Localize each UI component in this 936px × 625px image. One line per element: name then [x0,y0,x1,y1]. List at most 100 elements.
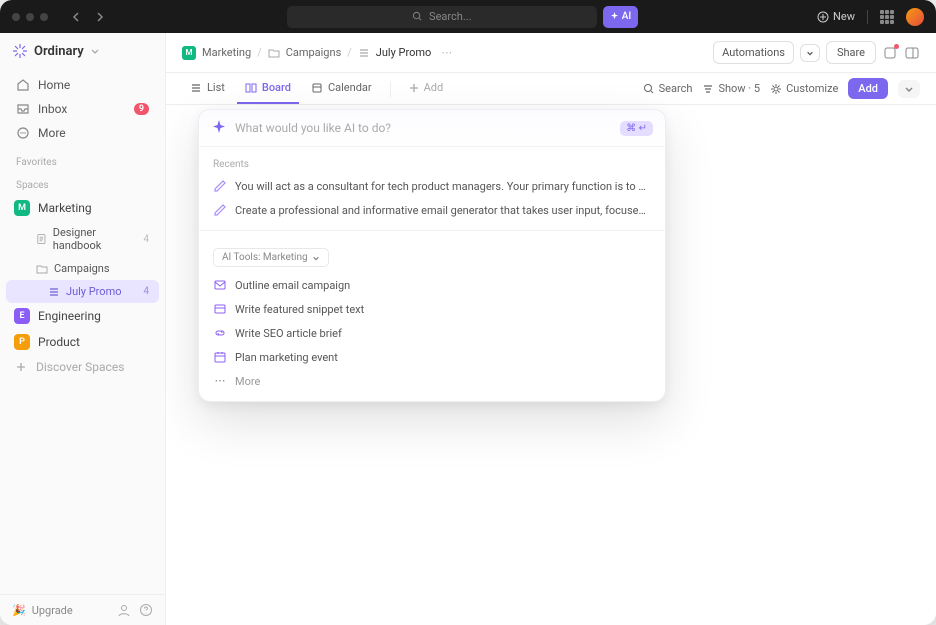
sparkle-icon [610,12,619,21]
breadcrumb-page[interactable]: July Promo [376,46,432,59]
notification-dot [894,44,899,49]
nav-forward[interactable] [90,8,108,26]
workspace-icon [12,43,28,59]
chevron-down-icon [806,49,814,57]
gear-icon [770,83,782,95]
nav-back[interactable] [68,8,86,26]
person-icon[interactable] [117,603,131,617]
upgrade-icon: 🎉 [12,604,26,617]
window-controls [12,13,48,21]
plus-circle-icon [817,11,829,23]
favorites-header: Favorites [0,149,165,172]
tool-snippet[interactable]: Write featured snippet text [199,297,665,321]
mail-icon [213,278,227,292]
minimize-dot[interactable] [26,13,34,21]
list-icon [48,286,60,298]
spaces-header: Spaces [0,172,165,195]
ai-shortcut: ⌘ ↵ [620,121,653,136]
space-product[interactable]: P Product [0,329,165,355]
global-search[interactable]: Search... [287,6,597,28]
apps-icon[interactable] [880,10,894,24]
space-marketing[interactable]: M Marketing [0,195,165,221]
space-letter-icon: E [14,308,30,324]
discover-spaces[interactable]: Discover Spaces [0,355,165,379]
automations-dropdown[interactable] [800,44,820,62]
action-show[interactable]: Show · 5 [702,82,760,95]
calendar-icon [311,82,323,94]
more-icon: ⋯ [213,374,227,388]
user-avatar[interactable] [906,8,924,26]
folder-campaigns[interactable]: Campaigns [6,257,159,280]
plus-icon [409,83,419,93]
space-engineering[interactable]: E Engineering [0,303,165,329]
notifications-icon[interactable] [882,45,898,61]
ai-panel: ⌘ ↵ Recents You will act as a consultant… [198,109,666,402]
tool-event[interactable]: Plan marketing event [199,345,665,369]
breadcrumb-bar: M Marketing / Campaigns / July Promo ⋯ A… [166,33,936,73]
panel-icon[interactable] [904,45,920,61]
tab-list[interactable]: List [182,73,233,104]
add-task-button[interactable]: Add [848,78,888,99]
recent-item-1[interactable]: Create a professional and informative em… [199,198,665,222]
share-button[interactable]: Share [826,41,876,64]
sidebar-home[interactable]: Home [8,73,157,97]
sidebar-more[interactable]: More [8,121,157,145]
view-tabs: List Board Calendar Add [166,73,936,105]
inbox-icon [16,102,30,116]
tab-calendar[interactable]: Calendar [303,73,380,104]
close-dot[interactable] [12,13,20,21]
tab-board[interactable]: Board [237,73,299,104]
filter-icon [702,83,714,95]
breadcrumb-space-icon: M [182,46,196,60]
calendar-icon [213,350,227,364]
list-july-promo[interactable]: July Promo 4 [6,280,159,303]
action-customize[interactable]: Customize [770,82,838,95]
pencil-icon [213,179,227,193]
sidebar: Ordinary Home Inbox 9 More Favorite [0,33,166,625]
action-search[interactable]: Search [643,82,693,95]
sparkle-icon [211,120,227,136]
recent-item-0[interactable]: You will act as a consultant for tech pr… [199,174,665,198]
plus-icon [14,360,28,374]
main-content: M Marketing / Campaigns / July Promo ⋯ A… [166,33,936,625]
breadcrumb-more-icon[interactable]: ⋯ [441,46,452,59]
breadcrumb-space[interactable]: Marketing [202,46,251,59]
upgrade-link[interactable]: Upgrade [32,604,73,617]
board-icon [245,82,257,94]
tab-add-view[interactable]: Add [401,73,452,104]
search-placeholder: Search... [429,10,472,23]
new-button[interactable]: New [817,10,855,23]
folder-designer-handbook[interactable]: Designer handbook 4 [6,221,159,257]
automations-button[interactable]: Automations [713,41,794,64]
tool-outline-email[interactable]: Outline email campaign [199,273,665,297]
maximize-dot[interactable] [40,13,48,21]
doc-icon [36,233,47,245]
ai-input-row: ⌘ ↵ [199,110,665,146]
ai-tools-selector[interactable]: AI Tools: Marketing [213,248,329,267]
space-letter-icon: M [14,200,30,216]
card-icon [213,302,227,316]
inbox-badge: 9 [134,103,149,115]
chevron-down-icon [312,254,320,262]
link-icon [213,326,227,340]
breadcrumb-folder[interactable]: Campaigns [286,46,342,59]
more-icon [16,126,30,140]
home-icon [16,78,30,92]
titlebar: Search... AI New [0,0,936,33]
tool-more[interactable]: ⋯ More [199,369,665,393]
folder-icon [36,263,48,275]
space-letter-icon: P [14,334,30,350]
help-icon[interactable] [139,603,153,617]
workspace-switcher[interactable]: Ordinary [0,33,165,69]
chevron-down-icon [904,84,914,94]
ai-input[interactable] [235,121,612,135]
tool-seo[interactable]: Write SEO article brief [199,321,665,345]
pencil-icon [213,203,227,217]
ai-badge[interactable]: AI [603,6,638,28]
chevron-down-icon [90,46,100,56]
folder-icon [268,47,280,59]
sidebar-inbox[interactable]: Inbox 9 [8,97,157,121]
add-dropdown[interactable] [898,80,920,98]
recents-header: Recents [199,155,665,174]
list-icon [358,47,370,59]
